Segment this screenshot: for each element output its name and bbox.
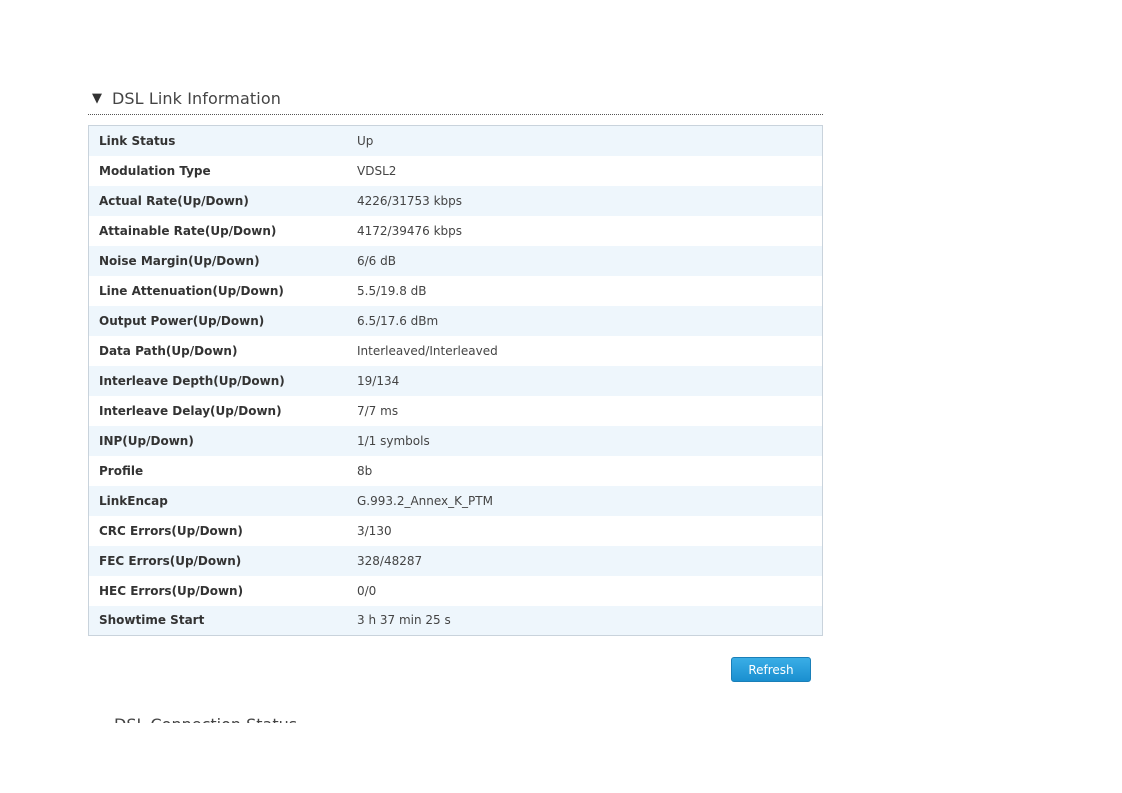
table-row: FEC Errors(Up/Down) 328/48287 — [88, 545, 823, 576]
row-label: LinkEncap — [99, 493, 168, 508]
page: ▼ DSL Link Information Link Status Up Mo… — [0, 0, 1122, 793]
table-row: Interleave Delay(Up/Down) 7/7 ms — [88, 395, 823, 426]
table-row: Noise Margin(Up/Down) 6/6 dB — [88, 245, 823, 276]
table-row: Line Attenuation(Up/Down) 5.5/19.8 dB — [88, 275, 823, 306]
row-value: 3/130 — [357, 523, 392, 538]
row-label: Link Status — [99, 133, 176, 148]
table-row: Actual Rate(Up/Down) 4226/31753 kbps — [88, 185, 823, 216]
table-row: INP(Up/Down) 1/1 symbols — [88, 425, 823, 456]
row-label: Data Path(Up/Down) — [99, 343, 238, 358]
section-header-dsl-link-information[interactable]: ▼ DSL Link Information — [88, 82, 823, 115]
row-value: 7/7 ms — [357, 403, 399, 418]
table-row: LinkEncap G.993.2_Annex_K_PTM — [88, 485, 823, 516]
row-value: 6/6 dB — [357, 253, 396, 268]
section-title: DSL Link Information — [112, 88, 281, 108]
row-value: G.993.2_Annex_K_PTM — [357, 493, 493, 508]
row-label: Profile — [99, 463, 144, 478]
row-value: VDSL2 — [357, 163, 397, 178]
row-value: 19/134 — [357, 373, 400, 388]
row-value: Interleaved/Interleaved — [357, 343, 498, 358]
row-value: 0/0 — [357, 583, 377, 598]
section-header-dsl-connection-status[interactable]: DSL Connection Status — [88, 713, 823, 723]
table-row: CRC Errors(Up/Down) 3/130 — [88, 515, 823, 546]
row-label: Actual Rate(Up/Down) — [99, 193, 249, 208]
collapse-triangle-icon[interactable]: ▼ — [92, 92, 102, 105]
table-row: Profile 8b — [88, 455, 823, 486]
row-label: Showtime Start — [99, 613, 205, 628]
row-label: Noise Margin(Up/Down) — [99, 253, 260, 268]
row-label: Attainable Rate(Up/Down) — [99, 223, 277, 238]
table-row: Showtime Start 3 h 37 min 25 s — [88, 605, 823, 636]
table-row: Modulation Type VDSL2 — [88, 155, 823, 186]
row-label: FEC Errors(Up/Down) — [99, 553, 242, 568]
row-value: 1/1 symbols — [357, 433, 430, 448]
table-row: Interleave Depth(Up/Down) 19/134 — [88, 365, 823, 396]
row-label: Modulation Type — [99, 163, 211, 178]
row-value: 5.5/19.8 dB — [357, 283, 427, 298]
table-row: Attainable Rate(Up/Down) 4172/39476 kbps — [88, 215, 823, 246]
row-label: HEC Errors(Up/Down) — [99, 583, 244, 598]
row-label: INP(Up/Down) — [99, 433, 194, 448]
row-value: 4226/31753 kbps — [357, 193, 463, 208]
row-value: 6.5/17.6 dBm — [357, 313, 439, 328]
row-value: 328/48287 — [357, 553, 423, 568]
section-title: DSL Connection Status — [114, 715, 297, 723]
row-value: 3 h 37 min 25 s — [357, 613, 451, 628]
row-label: Interleave Delay(Up/Down) — [99, 403, 282, 418]
row-label: Line Attenuation(Up/Down) — [99, 283, 284, 298]
table-row: Output Power(Up/Down) 6.5/17.6 dBm — [88, 305, 823, 336]
row-value: 8b — [357, 463, 373, 478]
row-value: 4172/39476 kbps — [357, 223, 463, 238]
row-value: Up — [357, 133, 374, 148]
table-row: HEC Errors(Up/Down) 0/0 — [88, 575, 823, 606]
row-label: Output Power(Up/Down) — [99, 313, 265, 328]
dsl-link-info-table: Link Status Up Modulation Type VDSL2 Act… — [88, 125, 823, 636]
row-label: CRC Errors(Up/Down) — [99, 523, 243, 538]
refresh-button[interactable]: Refresh — [731, 657, 811, 682]
table-row: Link Status Up — [88, 125, 823, 156]
table-row: Data Path(Up/Down) Interleaved/Interleav… — [88, 335, 823, 366]
row-label: Interleave Depth(Up/Down) — [99, 373, 285, 388]
